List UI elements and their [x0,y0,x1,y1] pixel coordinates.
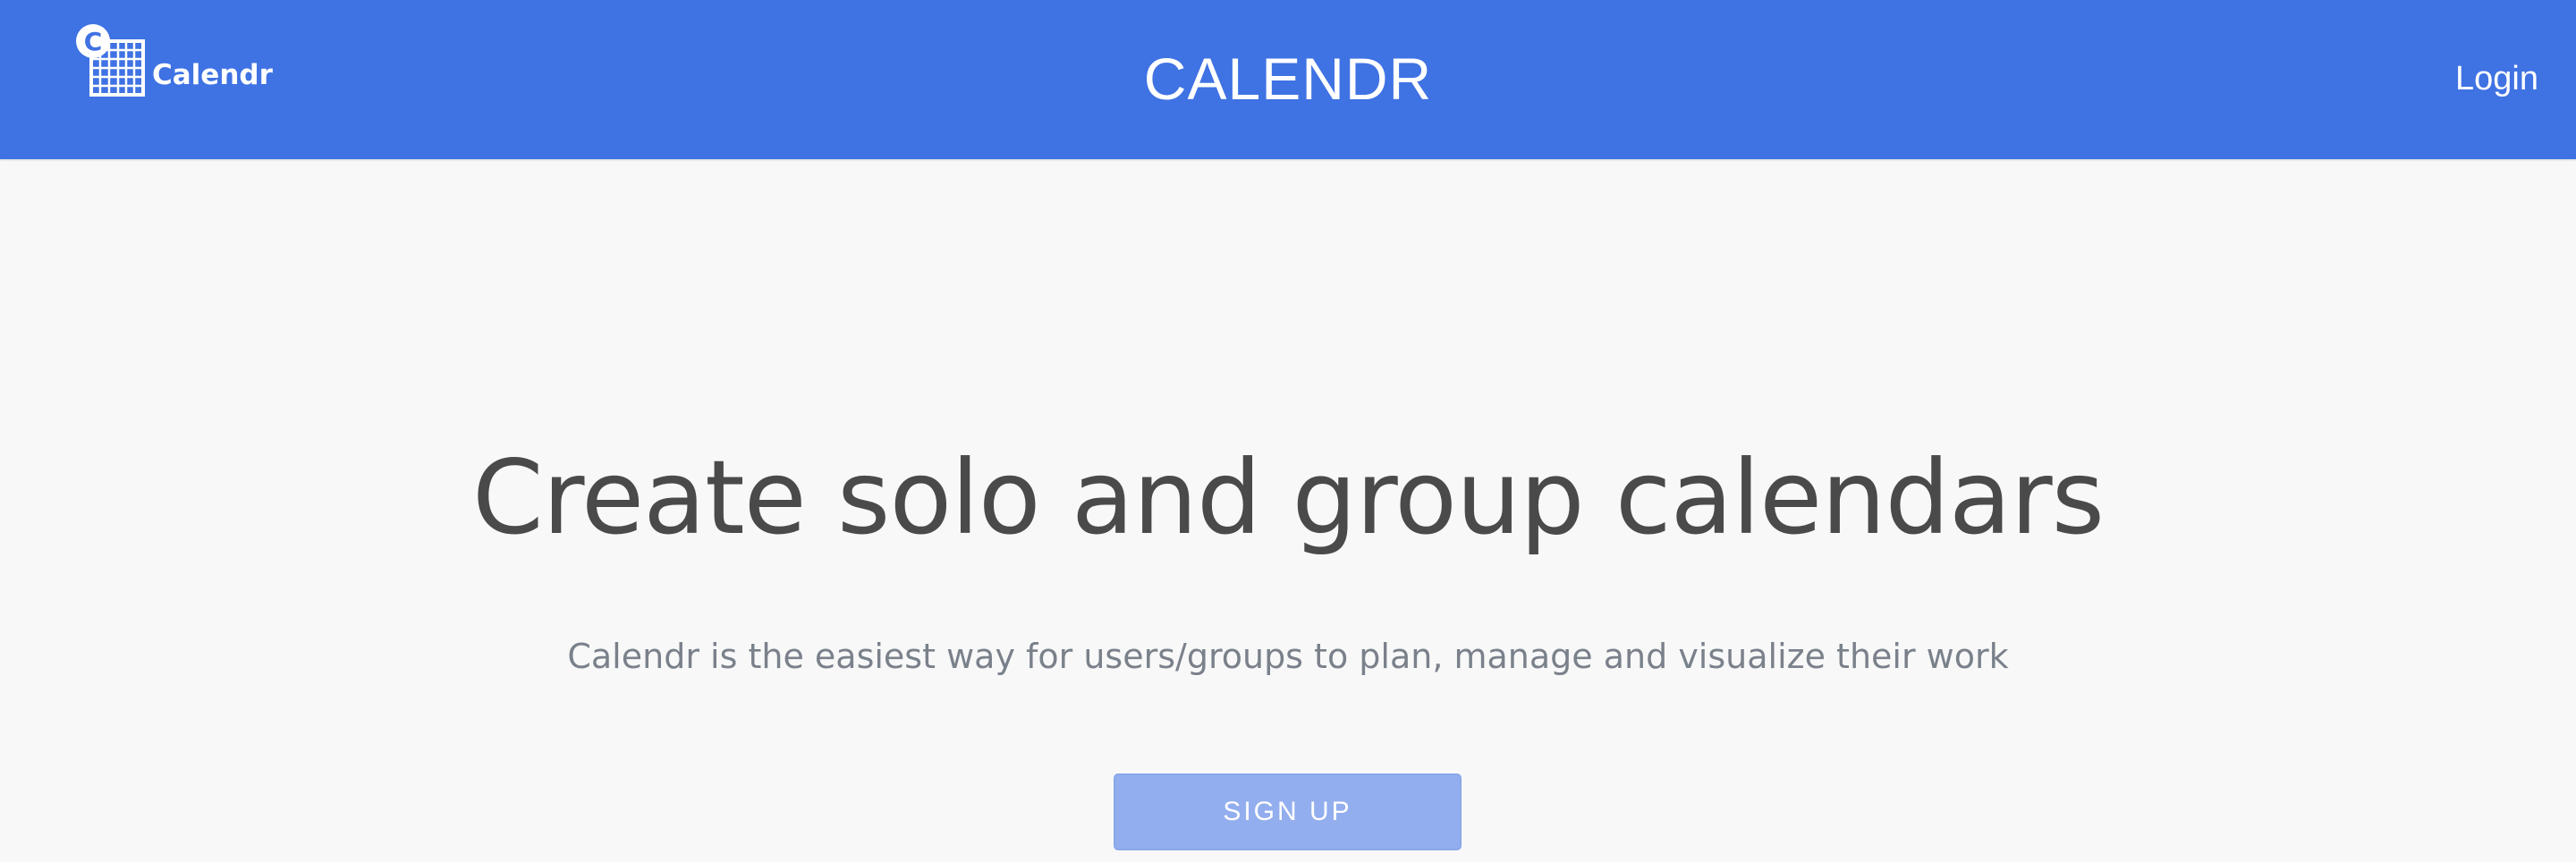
navbar-title: CALENDR [1143,46,1433,112]
hero-subtitle: Calendr is the easiest way for users/gro… [567,637,2009,676]
signup-button[interactable]: SIGN UP [1114,773,1462,850]
brand-name: Calendr [152,59,273,91]
calendar-grid-icon: C [75,23,147,98]
brand-logo-link[interactable]: C Calendr [75,23,273,98]
login-link[interactable]: Login [2426,55,2569,102]
brand-icon-letter: C [84,27,103,56]
top-navbar: C Calendr CALENDR Login [0,0,2576,159]
hero-title: Create solo and group calendars [472,438,2105,557]
